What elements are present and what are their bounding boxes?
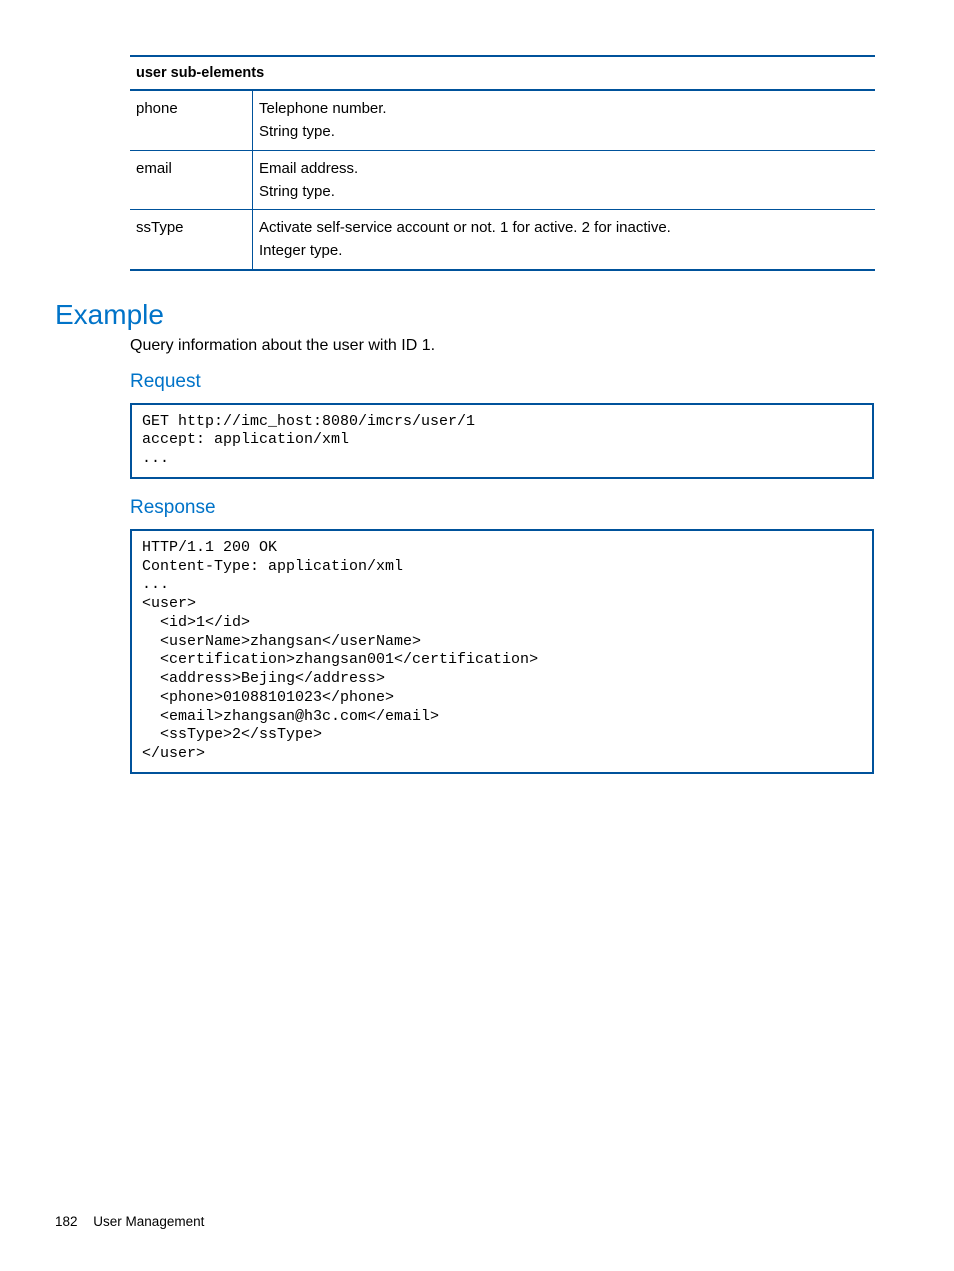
page-number: 182: [55, 1214, 78, 1229]
row-name: ssType: [130, 210, 253, 270]
table-row: email Email address. String type.: [130, 150, 875, 210]
response-heading: Response: [130, 497, 874, 519]
request-heading: Request: [130, 371, 874, 393]
response-code: HTTP/1.1 200 OK Content-Type: applicatio…: [130, 529, 874, 774]
chapter-name: User Management: [93, 1214, 204, 1229]
row-desc: Telephone number. String type.: [253, 90, 876, 150]
table-row: ssType Activate self-service account or …: [130, 210, 875, 270]
desc-line: Telephone number.: [259, 100, 387, 117]
desc-line: String type.: [259, 183, 335, 200]
row-desc: Activate self-service account or not. 1 …: [253, 210, 876, 270]
page-footer: 182 User Management: [55, 1214, 204, 1229]
desc-line: String type.: [259, 123, 335, 140]
desc-line: Activate self-service account or not. 1 …: [259, 219, 671, 236]
row-name: phone: [130, 90, 253, 150]
desc-line: Integer type.: [259, 242, 342, 259]
example-intro: Query information about the user with ID…: [130, 337, 874, 355]
example-heading: Example: [55, 299, 874, 331]
request-code: GET http://imc_host:8080/imcrs/user/1 ac…: [130, 403, 874, 479]
table-header: user sub-elements: [130, 56, 875, 90]
page: user sub-elements phone Telephone number…: [0, 0, 954, 1271]
desc-line: Email address.: [259, 160, 358, 177]
row-name: email: [130, 150, 253, 210]
table-row: phone Telephone number. String type.: [130, 90, 875, 150]
sub-elements-table: user sub-elements phone Telephone number…: [130, 55, 875, 271]
row-desc: Email address. String type.: [253, 150, 876, 210]
